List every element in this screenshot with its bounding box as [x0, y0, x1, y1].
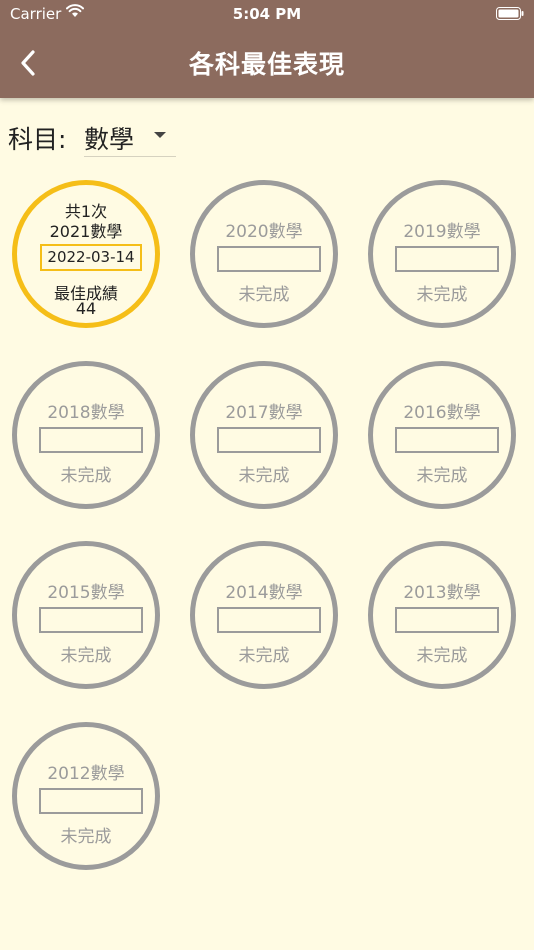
exam-status: 未完成 [60, 466, 112, 486]
exam-date-box [39, 788, 143, 814]
exam-date-box [395, 427, 499, 453]
app-header: Carrier 5:04 PM 各科最佳表現 [0, 0, 534, 98]
exam-year: 2018數學 [47, 403, 125, 423]
exam-date: 2022-03-14 [40, 244, 142, 271]
exam-card[interactable]: 2018數學 未完成 [12, 361, 160, 509]
exam-date-box [39, 607, 143, 633]
exam-year: 2015數學 [47, 583, 125, 603]
exam-year: 2017數學 [225, 403, 303, 423]
exam-year: 2013數學 [403, 583, 481, 603]
exam-date-box [217, 607, 321, 633]
exam-status: 未完成 [416, 285, 468, 305]
exam-date-box [217, 427, 321, 453]
exam-status: 未完成 [238, 466, 290, 486]
exam-status: 未完成 [60, 827, 112, 847]
exam-card[interactable]: 2015數學 未完成 [12, 541, 160, 689]
status-bar: Carrier 5:04 PM [0, 0, 534, 28]
exam-status: 未完成 [416, 646, 468, 666]
dropdown-caret-icon [154, 132, 166, 138]
exam-status: 未完成 [416, 466, 468, 486]
exam-card[interactable]: 2017數學 未完成 [190, 361, 338, 509]
exam-status: 未完成 [60, 646, 112, 666]
exam-year: 2021數學 [49, 222, 123, 241]
exam-date-box [395, 246, 499, 272]
page-title: 各科最佳表現 [188, 50, 345, 79]
exam-date-box [39, 427, 143, 453]
exam-card-active[interactable]: 共1次 2021數學 2022-03-14 最佳成績 44 [12, 180, 160, 328]
exam-status: 未完成 [238, 285, 290, 305]
subject-label: 科目: [8, 125, 67, 154]
exam-card[interactable]: 2020數學 未完成 [190, 180, 338, 328]
exam-year: 2014數學 [225, 583, 303, 603]
battery-icon [496, 7, 524, 20]
exam-year: 2019數學 [403, 222, 481, 242]
exam-year: 2012數學 [47, 764, 125, 784]
subject-value: 數學 [84, 125, 135, 154]
exam-card[interactable]: 2013數學 未完成 [368, 541, 516, 689]
exam-card[interactable]: 2012數學 未完成 [12, 722, 160, 870]
exam-year: 2020數學 [225, 222, 303, 242]
exam-date-box [217, 246, 321, 272]
status-time: 5:04 PM [232, 5, 302, 23]
best-score-value: 44 [75, 299, 97, 318]
exam-card[interactable]: 2016數學 未完成 [368, 361, 516, 509]
exam-date-box [395, 607, 499, 633]
subject-dropdown[interactable]: 數學 [84, 118, 176, 157]
exam-year: 2016數學 [403, 403, 481, 423]
exam-status: 未完成 [238, 646, 290, 666]
exam-card[interactable]: 2019數學 未完成 [368, 180, 516, 328]
exam-card[interactable]: 2014數學 未完成 [190, 541, 338, 689]
